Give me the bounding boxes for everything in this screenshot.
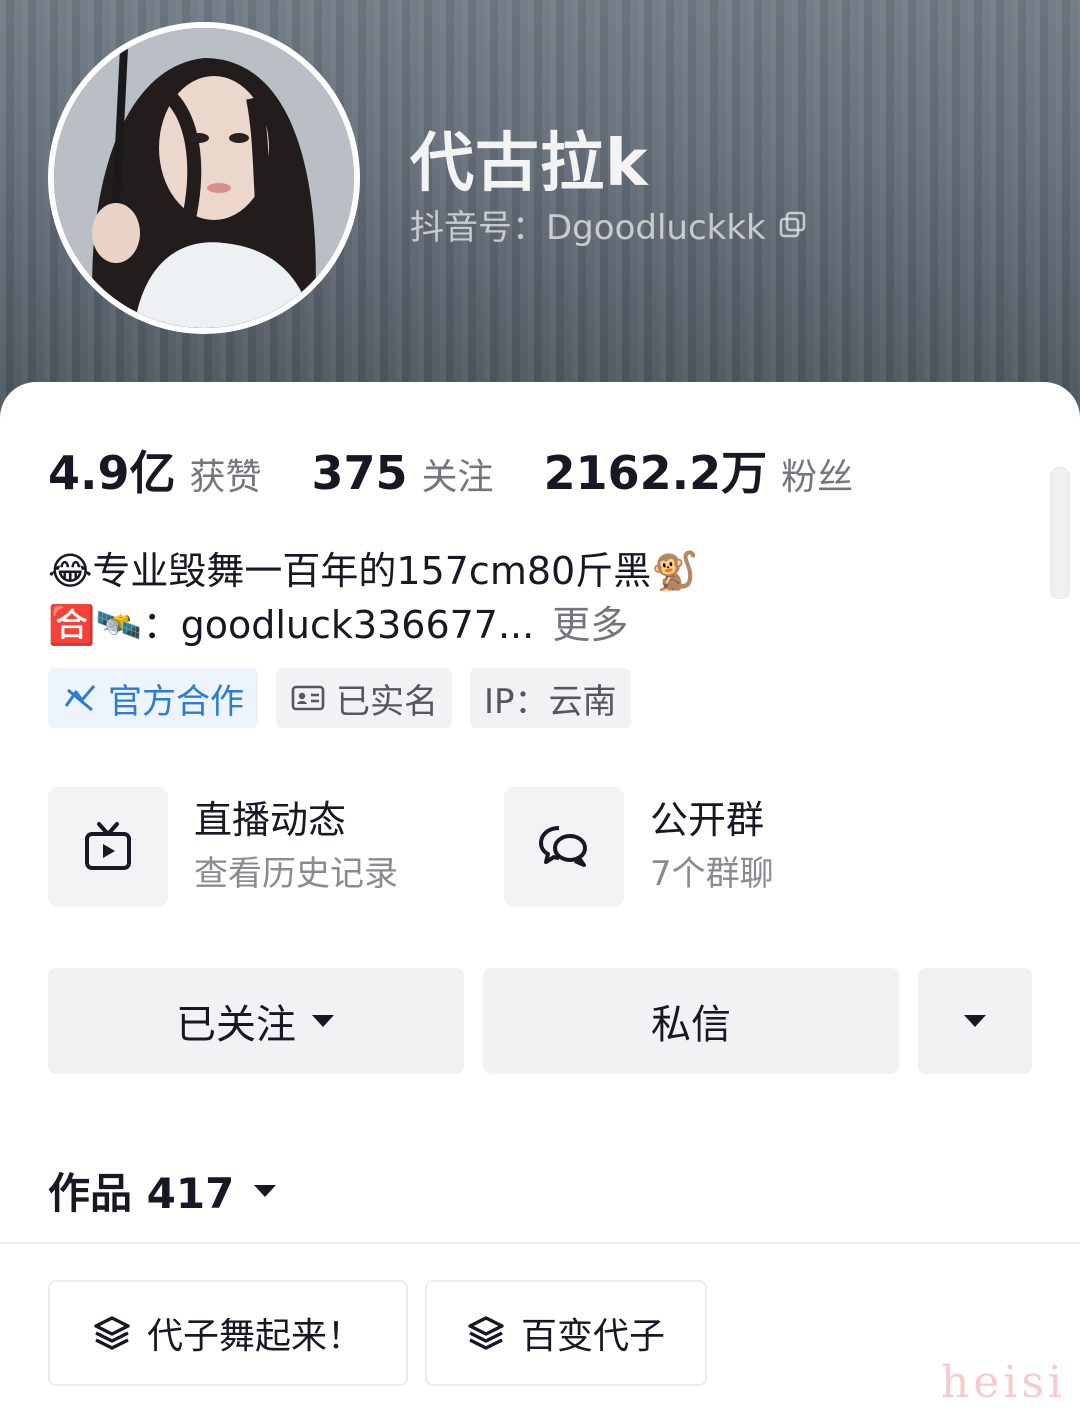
collection-label: 百变代子 xyxy=(520,1316,665,1357)
nickname: 代古拉k xyxy=(410,127,649,201)
live-history-entry[interactable]: 直播动态 查看历史记录 xyxy=(48,787,398,907)
avatar-image xyxy=(54,28,354,328)
works-tab[interactable]: 作品 417 xyxy=(48,1160,278,1221)
caret-down-icon xyxy=(254,1184,277,1197)
live-title: 直播动态 xyxy=(194,798,347,842)
stat-likes[interactable]: 4.9亿 获赞 xyxy=(48,437,262,503)
divider xyxy=(0,1242,1080,1244)
layers-icon xyxy=(94,1316,130,1350)
stat-followers[interactable]: 2162.2万 粉丝 xyxy=(544,437,854,503)
handshake-icon xyxy=(64,685,96,712)
collection-chip[interactable]: 百变代子 xyxy=(425,1280,707,1386)
collection-label: 代子舞起来！ xyxy=(146,1316,363,1357)
stat-likes-label: 获赞 xyxy=(189,457,262,498)
profile-page: 代古拉k 抖音号：Dgoodluckkk 4.9亿 获赞 375 关注 2162… xyxy=(0,0,1080,1414)
message-button[interactable]: 私信 xyxy=(483,968,899,1074)
bio: 😂专业毁舞一百年的157cm80斤黑🐒 🈴🛰️：goodluck336677..… xyxy=(48,544,1008,652)
public-group-entry[interactable]: 公开群 7个群聊 xyxy=(504,787,774,907)
chat-bubbles-icon xyxy=(539,826,587,867)
live-subtitle: 查看历史记录 xyxy=(194,854,398,894)
bio-line-1: 😂专业毁舞一百年的157cm80斤黑🐒 xyxy=(48,549,699,593)
stat-likes-value: 4.9亿 xyxy=(48,446,176,500)
tv-icon xyxy=(85,822,131,870)
following-button[interactable]: 已关注 xyxy=(48,968,464,1074)
tag-ip-location: IP：云南 xyxy=(470,668,631,728)
id-card-icon xyxy=(291,685,325,711)
collection-chip[interactable]: 代子舞起来！ xyxy=(48,1280,408,1386)
stat-following-label: 关注 xyxy=(421,457,494,498)
copy-icon[interactable] xyxy=(778,210,808,240)
group-icon-box xyxy=(504,787,624,907)
tag-official-cooperation[interactable]: 官方合作 xyxy=(48,668,258,728)
profile-card: 4.9亿 获赞 375 关注 2162.2万 粉丝 😂专业毁舞一百年的157cm… xyxy=(0,382,1080,1414)
tag-ip-label: IP：云南 xyxy=(484,681,617,722)
group-subtitle: 7个群聊 xyxy=(650,854,774,894)
stats-row: 4.9亿 获赞 375 关注 2162.2万 粉丝 xyxy=(48,437,903,503)
bio-line-2: 🈴🛰️：goodluck336677... 更多 xyxy=(48,598,1008,652)
live-icon-box xyxy=(48,787,168,907)
tag-official-label: 官方合作 xyxy=(108,681,244,722)
stat-following[interactable]: 375 关注 xyxy=(312,446,494,500)
tag-verified[interactable]: 已实名 xyxy=(276,668,452,728)
stat-following-value: 375 xyxy=(311,446,408,500)
watermark: heisi xyxy=(940,1357,1066,1408)
message-button-label: 私信 xyxy=(651,1002,731,1048)
layers-icon xyxy=(468,1316,504,1350)
douyin-id: 抖音号：Dgoodluckkk xyxy=(410,208,766,248)
group-text: 公开群 7个群聊 xyxy=(650,793,774,901)
following-button-label: 已关注 xyxy=(176,1002,296,1048)
tags-row: 官方合作 已实名 IP：云南 xyxy=(48,668,631,728)
group-title: 公开群 xyxy=(650,798,765,842)
douyin-id-row: 抖音号：Dgoodluckkk xyxy=(410,200,808,249)
works-label: 作品 417 xyxy=(48,1169,235,1218)
scrollbar[interactable] xyxy=(1050,467,1070,599)
stat-followers-label: 粉丝 xyxy=(781,457,854,498)
more-actions-button[interactable] xyxy=(918,968,1032,1074)
live-text: 直播动态 查看历史记录 xyxy=(194,793,398,901)
avatar[interactable] xyxy=(48,22,360,334)
stat-followers-value: 2162.2万 xyxy=(543,446,768,500)
tag-verified-label: 已实名 xyxy=(336,681,438,722)
caret-down-icon xyxy=(964,1015,986,1027)
more-link[interactable]: 更多 xyxy=(552,603,628,647)
bio-line-2-text: 🈴🛰️：goodluck336677... xyxy=(48,603,535,647)
caret-down-icon xyxy=(312,1015,334,1027)
